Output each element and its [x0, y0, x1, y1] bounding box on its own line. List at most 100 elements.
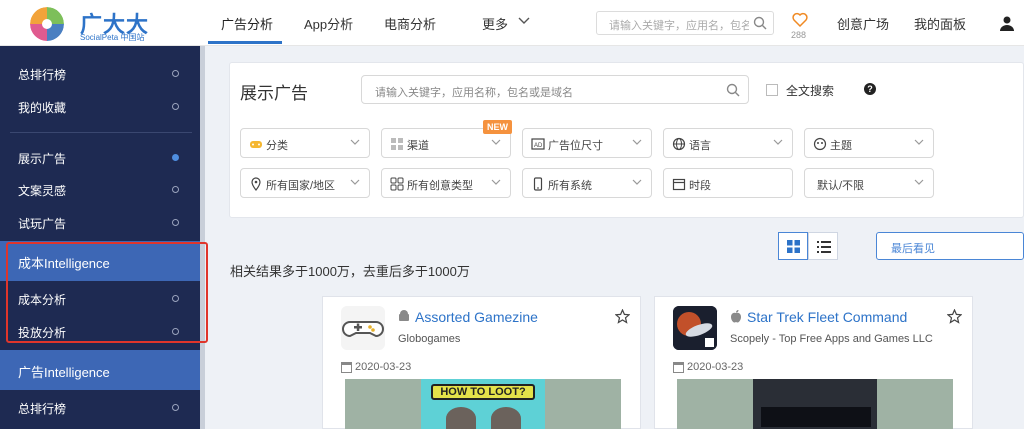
sort-select[interactable]: 最后看见	[876, 232, 1024, 260]
dot-icon	[172, 186, 179, 193]
sidebar-item-playable-ads[interactable]: 试玩广告	[0, 207, 200, 239]
globe-icon	[672, 137, 686, 151]
sidebar-scrollbar[interactable]	[200, 46, 205, 429]
starship-icon	[673, 306, 717, 350]
filter-country[interactable]: 所有国家/地区	[240, 168, 370, 198]
filter-label: 所有创意类型	[407, 180, 473, 192]
sidebar-item-label: 总排行榜	[18, 68, 67, 82]
dot-icon	[172, 70, 179, 77]
logo-icon	[30, 7, 64, 41]
top-navbar: 广大大 SocialPeta 中国站 广告分析 App分析 电商分析 更多 请输…	[0, 0, 1024, 46]
sidebar-item-copy-inspiration[interactable]: 文案灵感	[0, 174, 200, 206]
search-input[interactable]: 请输入关键字，应用名称，包名或是域名	[361, 75, 749, 104]
dot-icon	[172, 103, 179, 110]
gamepad-icon	[250, 141, 262, 148]
filter-default[interactable]: 默认/不限	[804, 168, 934, 198]
dot-icon	[172, 404, 179, 411]
sort-value: 最后看见	[891, 243, 935, 255]
apple-icon	[731, 310, 741, 323]
chevron-down-icon	[350, 179, 360, 185]
star-icon[interactable]	[615, 309, 630, 324]
search-icon[interactable]	[726, 83, 740, 97]
app-title[interactable]: Star Trek Fleet Command	[747, 309, 907, 325]
chevron-down-icon	[491, 179, 501, 185]
creative-image: HOW TO LOOT?	[421, 379, 545, 429]
chevron-down-icon[interactable]	[518, 17, 530, 25]
nav-app-analysis[interactable]: App分析	[304, 14, 353, 33]
chevron-down-icon	[914, 139, 924, 145]
filter-label: 语言	[689, 140, 711, 152]
active-dot-icon	[172, 154, 179, 161]
sidebar-item-label: 文案灵感	[18, 184, 67, 198]
ad-creative-preview[interactable]	[677, 379, 953, 429]
dot-icon	[172, 219, 179, 226]
grid-view-button[interactable]	[778, 232, 808, 260]
chevron-down-icon	[350, 139, 360, 145]
nav-active-indicator	[208, 41, 282, 44]
filter-os[interactable]: 所有系统	[522, 168, 652, 198]
user-icon[interactable]	[1000, 15, 1014, 31]
ad-size-icon: AD	[531, 138, 545, 150]
filter-category[interactable]: 分类	[240, 128, 370, 158]
nav-ecommerce-analysis[interactable]: 电商分析	[384, 14, 436, 33]
filter-ad-size[interactable]: AD 广告位尺寸	[522, 128, 652, 158]
ad-date: 2020-03-23	[355, 361, 412, 373]
list-view-button[interactable]	[808, 232, 838, 260]
ad-creative-preview[interactable]: HOW TO LOOT?	[345, 379, 621, 429]
sidebar-item-favorites[interactable]: 我的收藏	[0, 91, 200, 123]
filter-label: 渠道	[407, 140, 429, 152]
creative-shape	[446, 407, 476, 429]
sidebar: 总排行榜 我的收藏 展示广告 文案灵感 试玩广告 成本Intelligence …	[0, 46, 200, 429]
ad-card[interactable]: Star Trek Fleet Command Scopely - Top Fr…	[654, 296, 973, 429]
app-title[interactable]: Assorted Gamezine	[415, 309, 538, 325]
star-icon[interactable]	[947, 309, 962, 324]
filter-theme[interactable]: 主题	[804, 128, 934, 158]
sidebar-item-label: 我的收藏	[18, 101, 67, 115]
location-icon	[251, 177, 261, 191]
ad-card[interactable]: Assorted Gamezine Globogames 2020-03-23 …	[322, 296, 641, 429]
chevron-down-icon	[632, 179, 642, 185]
chevron-down-icon	[914, 179, 924, 185]
results-summary: 相关结果多于1000万，去重后多于1000万	[230, 264, 470, 279]
phone-icon	[533, 177, 543, 191]
creative-shape	[761, 407, 871, 427]
filter-label: 时段	[689, 180, 711, 192]
app-icon[interactable]	[341, 306, 385, 350]
android-icon	[399, 310, 409, 321]
filter-panel: 展示广告 请输入关键字，应用名称，包名或是域名 全文搜索 ? 分类 渠道 AD …	[229, 62, 1024, 218]
heart-icon[interactable]	[792, 12, 808, 27]
search-icon[interactable]	[753, 16, 767, 30]
grid-view-icon	[787, 240, 800, 253]
filter-creative-type[interactable]: 所有创意类型	[381, 168, 511, 198]
sidebar-item-display-ads[interactable]: 展示广告	[0, 142, 200, 174]
fulltext-checkbox[interactable]	[766, 84, 778, 96]
nav-more[interactable]: 更多	[482, 14, 508, 33]
sidebar-item-label: 试玩广告	[18, 217, 67, 231]
sidebar-section-ad-intelligence[interactable]: 广告Intelligence	[0, 350, 200, 390]
sidebar-section-label: 广告Intelligence	[18, 365, 110, 380]
fulltext-label: 全文搜索	[786, 84, 835, 98]
highlight-box	[6, 242, 208, 343]
chevron-down-icon	[491, 139, 501, 145]
nav-my-panel[interactable]: 我的面板	[914, 14, 966, 33]
sidebar-item-label: 展示广告	[18, 152, 67, 166]
app-icon[interactable]	[673, 306, 717, 350]
theme-icon	[813, 137, 827, 151]
filter-language[interactable]: 语言	[663, 128, 793, 158]
ad-date: 2020-03-23	[687, 361, 744, 373]
sidebar-item-rankings[interactable]: 总排行榜	[0, 58, 200, 90]
favorites-count: 288	[791, 30, 807, 40]
nav-ad-analysis[interactable]: 广告分析	[221, 14, 273, 33]
sidebar-item-rankings-2[interactable]: 总排行榜	[0, 392, 200, 424]
gamepad-icon	[342, 321, 384, 338]
sidebar-divider	[10, 132, 192, 133]
grid-icon	[391, 138, 403, 150]
creative-shape	[491, 407, 521, 429]
help-icon[interactable]: ?	[864, 83, 876, 95]
filter-period[interactable]: 时段	[663, 168, 793, 198]
logo[interactable]: 广大大 SocialPeta 中国站	[30, 5, 180, 43]
nav-creative-plaza[interactable]: 创意广场	[837, 14, 889, 33]
page-title: 展示广告	[240, 84, 308, 103]
app-publisher: Globogames	[398, 333, 461, 345]
top-search-input[interactable]: 请输入关键字，应用名，包名或是域名	[596, 11, 774, 35]
